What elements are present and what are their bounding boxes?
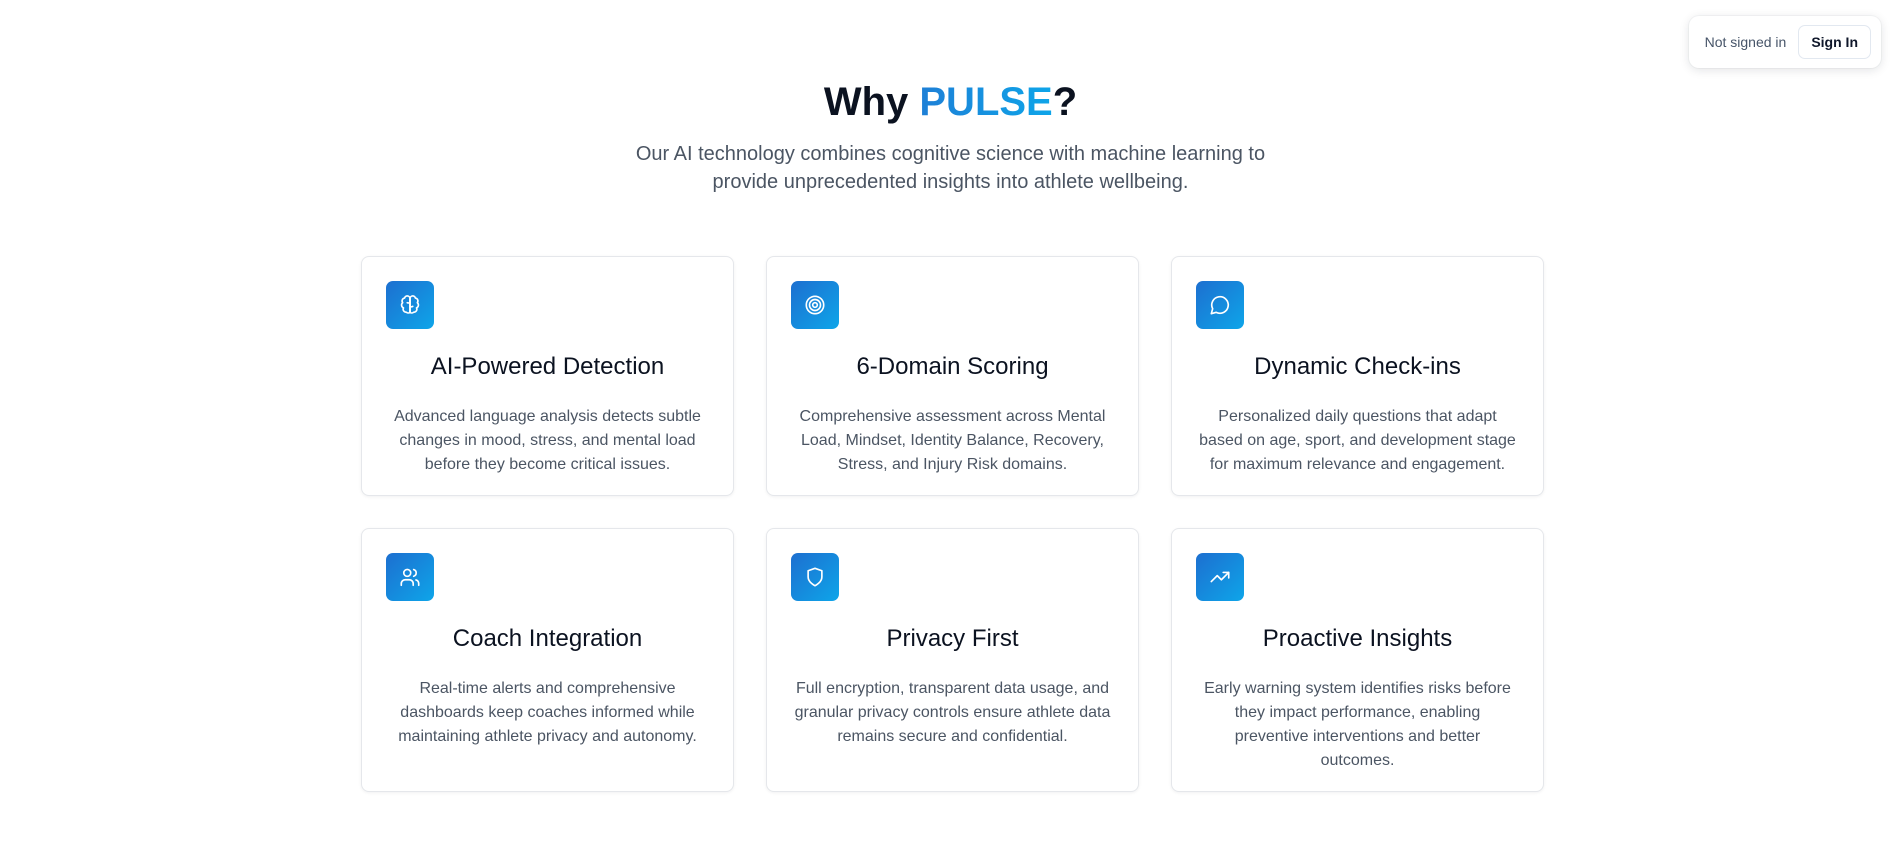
feature-card-coach-integration: Coach Integration Real-time alerts and c…	[361, 528, 734, 792]
page-subtitle: Our AI technology combines cognitive sci…	[635, 143, 1266, 193]
hero-section: Why PULSE? Our AI technology combines co…	[0, 78, 1901, 196]
feature-card-proactive-insights: Proactive Insights Early warning system …	[1171, 528, 1544, 792]
feature-description: Personalized daily questions that adapt …	[1199, 408, 1516, 473]
feature-title: Coach Integration	[452, 625, 643, 652]
sign-in-button[interactable]: Sign In	[1798, 25, 1871, 59]
shield-icon	[791, 553, 839, 601]
feature-card-dynamic-checkins: Dynamic Check-ins Personalized daily que…	[1171, 256, 1544, 496]
feature-title: Proactive Insights	[1262, 625, 1453, 652]
page-title: Why PULSE?	[0, 78, 1901, 126]
feature-description: Real-time alerts and comprehensive dashb…	[398, 680, 697, 745]
features-grid: AI-Powered Detection Advanced language a…	[361, 256, 1545, 792]
auth-status-text: Not signed in	[1704, 34, 1787, 50]
feature-title: Privacy First	[886, 625, 1019, 652]
page: Not signed in Sign In Why PULSE? Our AI …	[0, 0, 1901, 863]
feature-description: Advanced language analysis detects subtl…	[394, 408, 701, 473]
feature-description: Comprehensive assessment across Mental L…	[799, 408, 1106, 473]
message-circle-icon	[1196, 281, 1244, 329]
users-icon	[386, 553, 434, 601]
title-suffix: ?	[1052, 80, 1078, 124]
title-prefix: Why	[823, 80, 920, 124]
feature-description: Early warning system identifies risks be…	[1204, 680, 1511, 769]
feature-title: Dynamic Check-ins	[1254, 353, 1461, 380]
feature-description: Full encryption, transparent data usage,…	[794, 680, 1111, 745]
feature-card-privacy-first: Privacy First Full encryption, transpare…	[766, 528, 1139, 792]
auth-status-box: Not signed in Sign In	[1688, 16, 1881, 68]
feature-title: AI-Powered Detection	[430, 353, 665, 380]
feature-title: 6-Domain Scoring	[856, 353, 1049, 380]
feature-card-domain-scoring: 6-Domain Scoring Comprehensive assessmen…	[766, 256, 1139, 496]
trending-up-icon	[1196, 553, 1244, 601]
target-icon	[791, 281, 839, 329]
brand-name: PULSE	[919, 80, 1053, 124]
brain-icon	[386, 281, 434, 329]
feature-card-ai-detection: AI-Powered Detection Advanced language a…	[361, 256, 734, 496]
